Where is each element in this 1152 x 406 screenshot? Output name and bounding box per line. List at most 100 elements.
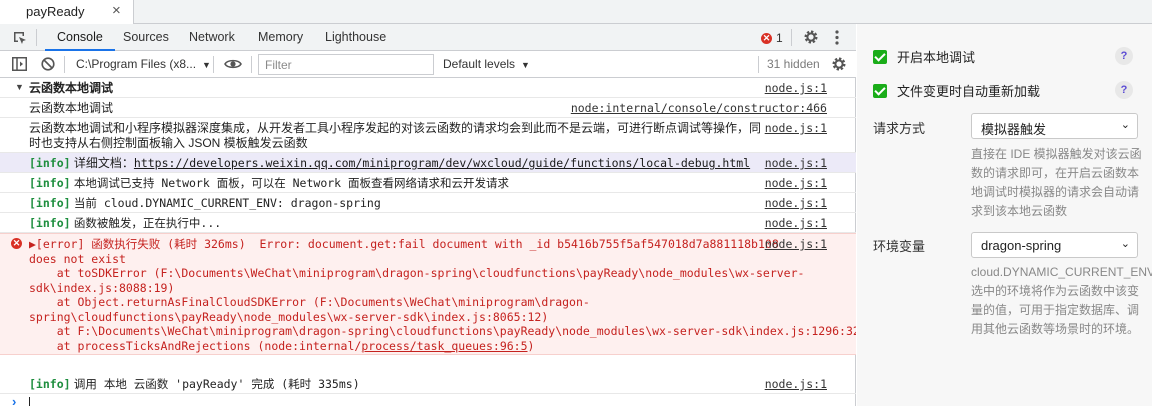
tab-memory[interactable]: Memory: [246, 24, 315, 51]
doc-link[interactable]: https://developers.weixin.qq.com/minipro…: [134, 156, 750, 170]
filter-input[interactable]: [258, 54, 434, 75]
log-levels-selector[interactable]: Default levels ▼: [443, 57, 530, 71]
gear-icon[interactable]: [803, 29, 819, 45]
console-info-message: [info] 详细文档：https://developers.weixin.qq…: [0, 153, 856, 173]
help-icon[interactable]: ?: [1115, 81, 1133, 99]
divider: [251, 56, 252, 73]
console-group-header[interactable]: ▼ 云函数本地调试 node.js:1: [0, 78, 856, 98]
checkbox-checked-icon[interactable]: [873, 49, 887, 64]
chevron-down-icon: ⌄: [1120, 238, 1130, 250]
info-tag: [info]: [29, 377, 71, 391]
source-link[interactable]: node:internal/console/constructor:466: [571, 101, 827, 115]
message-line: 云函数本地调试和小程序模拟器深度集成，从开发者工具小程序发起的对该云函数的请求均…: [29, 121, 762, 135]
message-text: 云函数本地调试: [29, 101, 114, 115]
env-description: 选中的环境将作为云函数中该变量的值，可用于指定数据库、调用其他云函数等场景时的环…: [971, 284, 1140, 336]
source-link[interactable]: node.js:1: [765, 196, 827, 210]
console-info-message: [info] 调用 本地 云函数 'payReady' 完成 (耗时 335ms…: [0, 374, 856, 394]
tab-sources[interactable]: Sources: [111, 24, 181, 51]
request-mode-select[interactable]: 模拟器触发 ⌄: [971, 113, 1138, 139]
console-info-message: [info] 当前 cloud.DYNAMIC_CURRENT_ENV: dra…: [0, 193, 856, 213]
error-line: at F:\Documents\WeChat\miniprogram\drago…: [29, 324, 856, 338]
tab-payready[interactable]: payReady ×: [0, 0, 134, 24]
error-line: sdk\index.js:8088:19): [29, 280, 175, 295]
divider: [213, 56, 214, 73]
tab-lighthouse[interactable]: Lighthouse: [313, 24, 398, 51]
dropdown-arrow-icon: ▼: [521, 60, 530, 70]
checkbox-label: 文件变更时自动重新加载: [897, 84, 1041, 99]
error-count: 1: [776, 31, 783, 45]
select-value: dragon-spring: [981, 238, 1062, 253]
message-body: 函数被触发，正在执行中...: [73, 216, 222, 230]
hidden-messages-count: 31 hidden: [767, 57, 820, 71]
sidebar-toggle-icon[interactable]: [12, 57, 27, 71]
console-error-message[interactable]: ✕ ▶[error] 函数执行失败 (耗时 326ms) Error: docu…: [0, 233, 856, 355]
info-tag: [info]: [29, 156, 71, 170]
request-mode-description: 直接在 IDE 模拟器触发对该云函数的请求即可，在开启云函数本地调试时模拟器的请…: [971, 147, 1142, 218]
tab-network[interactable]: Network: [177, 24, 247, 51]
checkbox-label: 开启本地调试: [897, 50, 976, 65]
request-mode-label: 请求方式: [873, 121, 926, 136]
levels-value: Default levels: [443, 57, 516, 71]
divider: [791, 29, 792, 46]
console-prompt[interactable]: ›: [0, 394, 856, 406]
error-line: ▶[error] 函数执行失败 (耗时 326ms) Error: docume…: [29, 237, 779, 251]
error-line: at Object.returnAsFinalCloudSDKError (F:…: [29, 295, 590, 309]
env-select[interactable]: dragon-spring ⌄: [971, 232, 1138, 258]
error-count-badge[interactable]: ✕ 1: [761, 31, 783, 45]
debug-settings-panel: 开启本地调试 ? 文件变更时自动重新加载 ? 请求方式 模拟器触发 ⌄ 直接在 …: [857, 24, 1152, 406]
info-label: 详细文档：: [73, 156, 134, 170]
clear-console-icon[interactable]: [41, 57, 55, 71]
stack-link[interactable]: process/task_queues:96:5: [361, 339, 527, 353]
error-line: does not exist: [29, 251, 126, 266]
collapse-arrow-icon[interactable]: ▼: [15, 82, 24, 92]
tab-title: payReady: [26, 4, 85, 19]
source-link[interactable]: node.js:1: [765, 216, 827, 230]
error-line: spring\cloudfunctions\payReady\node_modu…: [29, 309, 549, 324]
source-link[interactable]: node.js:1: [765, 156, 827, 170]
console-settings-gear-icon[interactable]: [831, 56, 847, 72]
close-icon[interactable]: ×: [112, 2, 121, 19]
divider: [758, 56, 759, 73]
help-icon[interactable]: ?: [1115, 47, 1133, 65]
select-value: 模拟器触发: [981, 122, 1047, 137]
env-variable-label: 环境变量: [873, 239, 926, 254]
source-link[interactable]: node.js:1: [765, 176, 827, 190]
tab-console[interactable]: Console: [45, 24, 115, 51]
message-line: 时也支持从右侧控制面板输入 JSON 模板触发云函数: [29, 136, 308, 150]
inspect-element-icon[interactable]: [12, 30, 28, 46]
error-line: at processTicksAndRejections (node:inter…: [29, 339, 769, 354]
info-tag: [info]: [29, 216, 71, 230]
console-message: 云函数本地调试和小程序模拟器深度集成，从开发者工具小程序发起的对该云函数的请求均…: [0, 118, 856, 153]
error-icon: ✕: [761, 32, 772, 44]
error-stack: ▶[error] 函数执行失败 (耗时 326ms) Error: docume…: [29, 237, 856, 354]
more-vertical-icon[interactable]: [834, 29, 840, 46]
eye-icon[interactable]: [224, 58, 242, 70]
error-icon: ✕: [11, 238, 22, 249]
console-toolbar: C:\Program Files (x8... ▼ Default levels ▼…: [0, 51, 856, 78]
divider: [36, 29, 37, 46]
env-description-title: cloud.DYNAMIC_CURRENT_ENV: [971, 265, 1152, 279]
panel-tab-bar: Console Sources Network Memory Lighthous…: [0, 24, 856, 51]
message-text: [info] 调用 本地 云函数 'payReady' 完成 (耗时 335ms…: [29, 377, 360, 392]
source-link[interactable]: node.js:1: [765, 237, 827, 251]
console-messages: ▼ 云函数本地调试 node.js:1 云函数本地调试 node:interna…: [0, 78, 856, 406]
message-text: [info] 本地调试已支持 Network 面板，可以在 Network 面板…: [29, 176, 509, 191]
message-text: [info] 当前 cloud.DYNAMIC_CURRENT_ENV: dra…: [29, 196, 381, 211]
text-caret: [29, 397, 30, 406]
source-link[interactable]: node.js:1: [765, 121, 827, 135]
info-tag: [info]: [29, 176, 71, 190]
checkbox-checked-icon[interactable]: [873, 83, 887, 98]
message-text: [info] 详细文档：https://developers.weixin.qq…: [29, 156, 750, 171]
enable-local-debug-checkbox[interactable]: 开启本地调试: [873, 47, 975, 66]
window-tab-strip: payReady ×: [0, 0, 1152, 24]
context-selector[interactable]: C:\Program Files (x8... ▼: [76, 57, 211, 71]
source-link[interactable]: node.js:1: [765, 81, 827, 95]
auto-reload-checkbox[interactable]: 文件变更时自动重新加载: [873, 81, 1040, 100]
info-tag: [info]: [29, 196, 71, 210]
prompt-chevron-icon: ›: [12, 394, 17, 406]
source-link[interactable]: node.js:1: [765, 377, 827, 391]
message-text: 云函数本地调试和小程序模拟器深度集成，从开发者工具小程序发起的对该云函数的请求均…: [29, 121, 761, 151]
group-title: 云函数本地调试: [29, 81, 114, 95]
chevron-down-icon: ⌄: [1120, 119, 1130, 131]
console-info-message: [info] 函数被触发，正在执行中... node.js:1: [0, 213, 856, 233]
